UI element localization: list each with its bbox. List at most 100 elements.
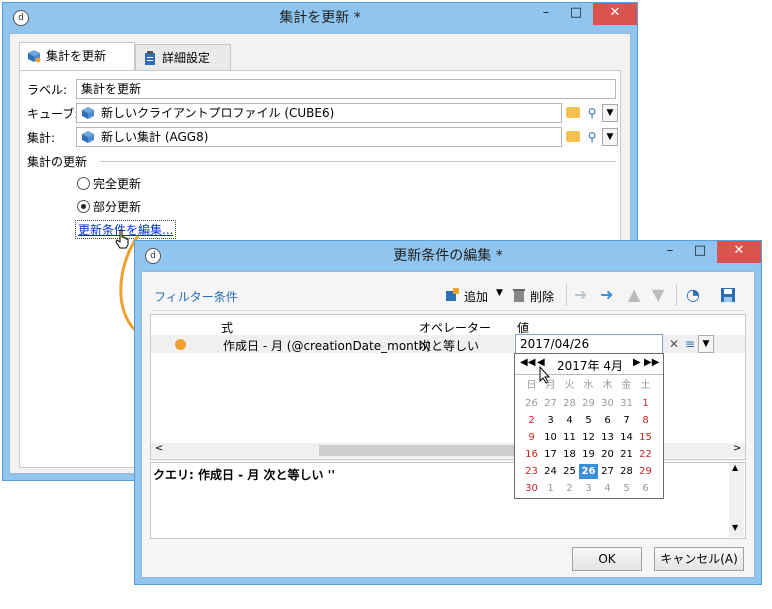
app-icon: d <box>13 10 29 26</box>
tab-update-aggregate[interactable]: 集計を更新 <box>19 42 135 70</box>
calendar-day[interactable]: 27 <box>541 396 560 411</box>
vertical-scrollbar[interactable]: ▲ ▼ <box>729 463 744 537</box>
minimize-button[interactable]: – <box>531 3 561 25</box>
arrow-left-icon[interactable]: ➜ <box>574 286 587 304</box>
save-icon[interactable] <box>720 287 736 303</box>
search-icon[interactable]: ⚲ <box>583 128 601 146</box>
calendar-day[interactable]: 20 <box>598 447 617 462</box>
arrow-up-icon[interactable]: ▲ <box>628 286 640 304</box>
weekday-label: 火 <box>564 380 575 391</box>
calendar-day[interactable]: 6 <box>598 413 617 428</box>
search-icon[interactable]: ⚲ <box>583 104 601 122</box>
calendar-day[interactable]: 5 <box>579 413 598 428</box>
calendar-day[interactable]: 5 <box>617 481 636 496</box>
prev-year-icon[interactable]: ◀◀ <box>520 357 535 368</box>
maximize-button[interactable]: □ <box>561 3 591 25</box>
calendar-day[interactable]: 7 <box>617 413 636 428</box>
calendar-day[interactable]: 26 <box>522 396 541 411</box>
maximize-button[interactable]: □ <box>685 241 715 263</box>
tab-label: 集計を更新 <box>46 49 107 63</box>
scroll-thumb[interactable] <box>319 445 519 456</box>
calendar-day[interactable]: 4 <box>560 413 579 428</box>
minimize-button[interactable]: – <box>655 241 685 263</box>
trash-icon[interactable] <box>512 287 526 303</box>
calendar-day[interactable]: 17 <box>541 447 560 462</box>
add-button-label[interactable]: 追加 <box>464 288 488 305</box>
calendar-day[interactable]: 21 <box>617 447 636 462</box>
close-button[interactable]: ✕ <box>593 3 637 25</box>
dialog-title: 更新条件の編集 * <box>393 248 503 264</box>
calendar-day[interactable]: 29 <box>636 464 655 479</box>
close-button[interactable]: ✕ <box>717 241 761 263</box>
label-input[interactable]: 集計を更新 <box>76 79 616 99</box>
cube-field[interactable]: 新しいクライアントプロファイル (CUBE6) <box>76 103 562 123</box>
row-expression: 作成日 - 月 (@creationDate_month) <box>223 339 431 353</box>
add-icon[interactable] <box>444 287 460 303</box>
calendar-day[interactable]: 3 <box>541 413 560 428</box>
arrow-right-icon[interactable]: ➜ <box>600 286 613 304</box>
cancel-button[interactable]: キャンセル(A) <box>654 547 744 571</box>
scroll-up-icon[interactable]: ▲ <box>732 463 738 472</box>
radio-partial-update[interactable] <box>77 200 90 213</box>
scroll-right-icon[interactable]: > <box>733 443 741 454</box>
next-year-icon[interactable]: ▶▶ <box>644 357 659 368</box>
calendar-day[interactable]: 4 <box>598 481 617 496</box>
date-value-input[interactable]: 2017/04/26 <box>515 334 663 354</box>
calendar-day[interactable]: 18 <box>560 447 579 462</box>
column-header-expression: 式 <box>221 321 234 335</box>
column-header-operator: オペレーター <box>419 321 492 335</box>
tab-advanced-settings[interactable]: 詳細設定 <box>135 44 231 70</box>
calendar-day[interactable]: 13 <box>598 430 617 445</box>
calendar-day[interactable]: 19 <box>579 447 598 462</box>
scroll-left-icon[interactable]: < <box>155 443 163 454</box>
calendar-day[interactable]: 22 <box>636 447 655 462</box>
calendar-day[interactable]: 10 <box>541 430 560 445</box>
radio-full-label: 完全更新 <box>93 177 142 191</box>
calendar-day[interactable]: 2 <box>560 481 579 496</box>
calendar-day[interactable]: 11 <box>560 430 579 445</box>
app-icon: d <box>145 248 161 264</box>
calendar-day[interactable]: 25 <box>560 464 579 479</box>
calendar-day[interactable]: 15 <box>636 430 655 445</box>
calendar-day[interactable]: 30 <box>522 481 541 496</box>
ok-button[interactable]: OK <box>572 547 642 571</box>
next-month-icon[interactable]: ▶ <box>633 357 641 368</box>
aggregate-field[interactable]: 新しい集計 (AGG8) <box>76 127 562 147</box>
calendar-day[interactable]: 30 <box>598 396 617 411</box>
chevron-down-icon[interactable]: ▼ <box>602 104 618 122</box>
calendar-day[interactable]: 28 <box>617 464 636 479</box>
calendar-day[interactable]: 3 <box>579 481 598 496</box>
chevron-down-icon[interactable]: ▼ <box>698 335 714 353</box>
distribution-icon[interactable]: ◔ <box>686 286 700 304</box>
toolbar-divider <box>152 310 744 311</box>
calendar-day[interactable]: 1 <box>541 481 560 496</box>
calendar-day[interactable]: 9 <box>522 430 541 445</box>
radio-full-update[interactable] <box>77 177 90 190</box>
calendar-day[interactable]: 2 <box>522 413 541 428</box>
calendar-day[interactable]: 16 <box>522 447 541 462</box>
calendar-day[interactable]: 29 <box>579 396 598 411</box>
add-dropdown-icon[interactable]: ▼ <box>496 288 503 298</box>
calendar-day[interactable]: 28 <box>560 396 579 411</box>
calendar-day[interactable]: 24 <box>541 464 560 479</box>
scroll-down-icon[interactable]: ▼ <box>732 523 738 532</box>
calendar-day[interactable]: 26 <box>579 464 598 479</box>
delete-button-label[interactable]: 削除 <box>530 288 554 305</box>
calendar-day[interactable]: 14 <box>617 430 636 445</box>
aggregate-value: 新しい集計 (AGG8) <box>101 130 209 144</box>
calendar-day[interactable]: 23 <box>522 464 541 479</box>
date-picker-popup: ◀◀ ◀ 2017年 4月 ▶ ▶▶ 日 月 火 水 木 金 土 26 27 28 2… <box>514 353 664 499</box>
calendar-day[interactable]: 1 <box>636 396 655 411</box>
calendar-day[interactable]: 12 <box>579 430 598 445</box>
calendar-grid: 26 27 28 29 30 31 1 2 3 4 5 6 7 8 9 10 11 12 13 14 15 16 17 18 1… <box>522 396 657 496</box>
calendar-day[interactable]: 31 <box>617 396 636 411</box>
folder-icon[interactable] <box>566 107 580 118</box>
folder-icon[interactable] <box>566 131 580 142</box>
calendar-day[interactable]: 27 <box>598 464 617 479</box>
weekday-label: 木 <box>602 380 613 391</box>
calendar-day[interactable]: 8 <box>636 413 655 428</box>
chevron-down-icon[interactable]: ▼ <box>602 128 618 146</box>
list-icon[interactable]: ≡ <box>681 335 699 353</box>
calendar-day[interactable]: 6 <box>636 481 655 496</box>
arrow-down-icon[interactable]: ▼ <box>652 286 664 304</box>
